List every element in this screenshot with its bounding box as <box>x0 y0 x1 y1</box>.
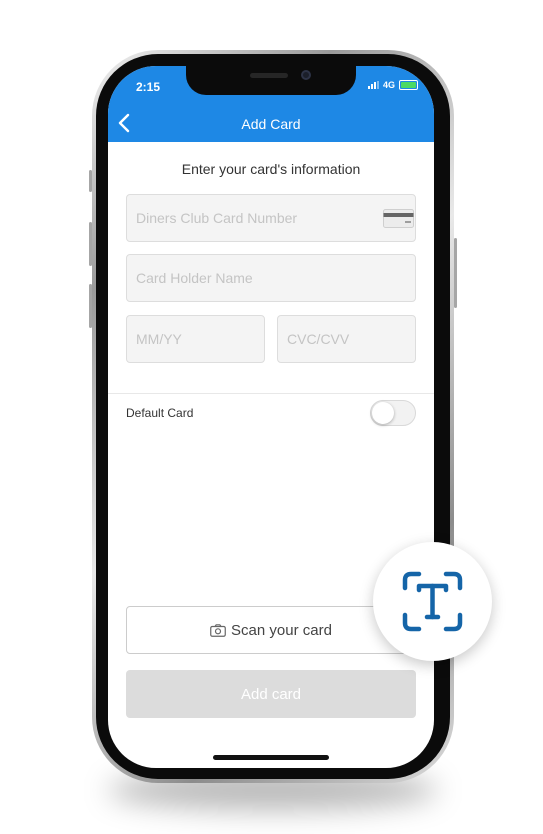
expiry-field <box>126 315 265 363</box>
holder-name-field <box>126 254 416 302</box>
volume-up-button <box>89 222 92 266</box>
speaker-grille <box>250 73 288 78</box>
network-label: 4G <box>382 80 395 90</box>
ocr-badge <box>373 542 492 661</box>
status-indicators: 4G <box>367 80 418 90</box>
card-number-input[interactable] <box>127 195 415 241</box>
status-time: 2:15 <box>136 80 161 94</box>
toggle-knob <box>372 402 394 424</box>
default-card-toggle[interactable] <box>370 400 416 426</box>
front-camera <box>301 70 311 80</box>
camera-icon <box>210 623 226 637</box>
card-number-field <box>126 194 416 242</box>
scan-card-label: Scan your card <box>231 621 332 639</box>
phone-notch <box>186 66 356 95</box>
battery-icon <box>399 80 418 90</box>
volume-down-button <box>89 284 92 328</box>
expiry-input[interactable] <box>127 316 264 362</box>
power-button <box>454 238 457 308</box>
section-divider <box>108 393 434 394</box>
holder-name-input[interactable] <box>127 255 415 301</box>
silent-switch <box>89 170 92 192</box>
text-recognition-icon <box>402 571 463 632</box>
signal-icon <box>367 81 379 89</box>
home-indicator[interactable] <box>213 755 329 760</box>
scan-card-button[interactable]: Scan your card <box>126 606 416 654</box>
add-card-label: Add card <box>240 685 302 703</box>
cvc-input[interactable] <box>278 316 415 362</box>
form-subtitle: Enter your card's information <box>181 161 361 177</box>
page-title: Add Card <box>241 116 301 132</box>
card-icon <box>383 209 414 228</box>
cvc-field <box>277 315 416 363</box>
default-card-label: Default Card <box>126 406 194 420</box>
add-card-button[interactable]: Add card <box>126 670 416 718</box>
phone-screen: 2:15 4G Add Card Enter your card's infor… <box>108 66 434 768</box>
